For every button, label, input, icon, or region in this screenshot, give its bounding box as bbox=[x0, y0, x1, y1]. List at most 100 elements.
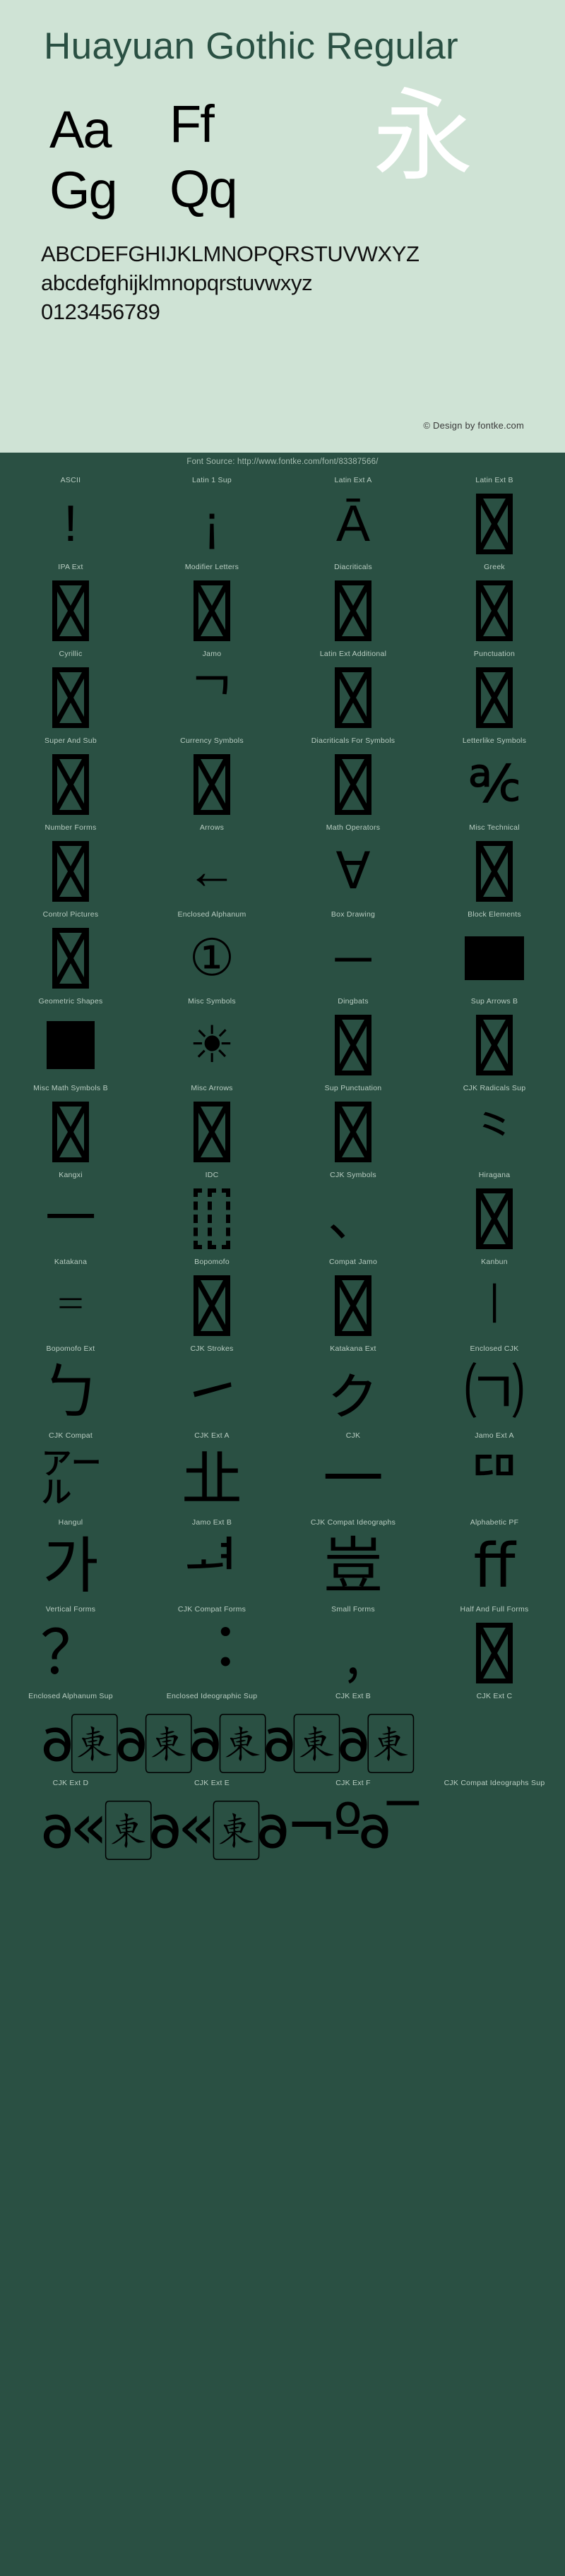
unicode-block-cell[interactable]: Diacriticals For Symbols bbox=[282, 732, 424, 818]
sample-glyph: 가 bbox=[42, 1532, 99, 1600]
missing-glyph-box-icon bbox=[476, 1014, 513, 1075]
unicode-block-glyph-slot bbox=[0, 576, 141, 645]
unicode-block-cell[interactable]: Small Forms ﹐ bbox=[282, 1600, 424, 1687]
unicode-block-cell[interactable]: CJK Symbols 、 bbox=[282, 1166, 424, 1253]
unicode-block-cell[interactable]: CJK 一 bbox=[282, 1426, 424, 1513]
unicode-block-cell[interactable]: CJK Compat ㌃ bbox=[0, 1426, 141, 1513]
unicode-block-cell[interactable]: IPA Ext bbox=[0, 558, 141, 645]
unicode-block-cell[interactable]: CJK Radicals Sup ⺀ bbox=[424, 1079, 565, 1166]
unicode-block-glyph-slot: ？ bbox=[0, 1618, 141, 1687]
unicode-block-cell[interactable]: Misc Math Symbols B bbox=[0, 1079, 141, 1166]
unicode-block-cell[interactable]: Jamo Ext B ힰ bbox=[141, 1513, 282, 1600]
unicode-block-label: Arrows bbox=[199, 823, 225, 832]
unicode-block-cell[interactable]: Bopomofo bbox=[141, 1253, 282, 1340]
unicode-block-cell[interactable]: CJK Strokes ㇀ bbox=[141, 1340, 282, 1426]
unicode-block-cell[interactable]: Misc Arrows bbox=[141, 1079, 282, 1166]
unicode-block-cell[interactable]: Box Drawing ─ bbox=[282, 905, 424, 992]
unicode-block-label: Misc Arrows bbox=[191, 1084, 233, 1092]
unicode-block-label: Punctuation bbox=[473, 650, 516, 658]
unicode-block-cell[interactable]: Vertical Forms ？ bbox=[0, 1600, 141, 1687]
missing-glyph-box-icon bbox=[52, 927, 89, 989]
unicode-block-glyph-slot: 㐀 bbox=[141, 1445, 282, 1513]
unicode-block-glyph-slot bbox=[141, 1097, 282, 1166]
unicode-block-glyph-slot bbox=[424, 837, 565, 905]
block-grid-row: ASCII! Latin 1 Sup ¡ Latin Ext A Ā Latin Ext … bbox=[0, 471, 565, 558]
unicode-block-cell[interactable]: Sup Arrows B bbox=[424, 992, 565, 1079]
unicode-block-label: Katakana Ext bbox=[330, 1344, 376, 1353]
unicode-block-cell[interactable]: Diacriticals bbox=[282, 558, 424, 645]
unicode-block-label: CJK Ext C bbox=[476, 1692, 513, 1700]
unicode-block-cell[interactable]: Dingbats bbox=[282, 992, 424, 1079]
unicode-block-cell[interactable]: Latin Ext A Ā bbox=[282, 471, 424, 558]
unicode-block-cell[interactable]: Latin Ext B bbox=[424, 471, 565, 558]
unicode-block-cell[interactable]: Letterlike Symbols ℀ bbox=[424, 732, 565, 818]
unicode-block-cell[interactable]: Geometric Shapes bbox=[0, 992, 141, 1079]
unicode-block-glyph-slot: ─ bbox=[282, 924, 424, 992]
missing-glyph-box-icon bbox=[476, 667, 513, 728]
unicode-block-cell[interactable]: Greek bbox=[424, 558, 565, 645]
unicode-block-label: Jamo Ext A bbox=[475, 1431, 514, 1440]
missing-glyph-box-icon bbox=[476, 1188, 513, 1249]
sample-glyph: 一 bbox=[323, 1445, 383, 1513]
unicode-block-glyph-slot: ㌃ bbox=[0, 1445, 141, 1513]
unicode-block-cell[interactable]: Punctuation bbox=[424, 645, 565, 732]
unicode-block-cell[interactable]: CJK Ext A 㐀 bbox=[141, 1426, 282, 1513]
sample-glyph: ？ bbox=[40, 1618, 101, 1687]
missing-glyph-box-icon bbox=[476, 840, 513, 902]
unicode-block-glyph-slot bbox=[424, 1184, 565, 1253]
lowercase-line: abcdefghijklmnopqrstuvwxyz bbox=[41, 270, 313, 295]
font-source-bar[interactable]: Font Source: http://www.fontke.com/font/… bbox=[0, 453, 565, 471]
unicode-block-cell[interactable]: CJK Compat Forms ︓ bbox=[141, 1600, 282, 1687]
unicode-block-glyph-slot: ꥠ bbox=[424, 1445, 565, 1513]
unicode-block-cell[interactable]: Control Pictures bbox=[0, 905, 141, 992]
unicode-block-label: Katakana bbox=[54, 1258, 88, 1266]
unicode-block-cell[interactable]: Modifier Letters bbox=[141, 558, 282, 645]
unicode-block-glyph-slot bbox=[282, 1097, 424, 1166]
unicode-block-cell[interactable]: Kangxi 一 bbox=[0, 1166, 141, 1253]
unicode-block-cell[interactable]: Jamo ᄀ bbox=[141, 645, 282, 732]
unicode-block-label: Box Drawing bbox=[331, 910, 376, 919]
missing-glyph-box-icon bbox=[335, 753, 371, 815]
unicode-block-cell[interactable]: CJK Compat Ideographs 豈 bbox=[282, 1513, 424, 1600]
unicode-block-cell[interactable]: Half And Full Forms bbox=[424, 1600, 565, 1687]
unicode-block-label: Sup Punctuation bbox=[324, 1084, 382, 1092]
unicode-block-cell[interactable]: Compat Jamo bbox=[282, 1253, 424, 1340]
missing-glyph-box-icon bbox=[52, 753, 89, 815]
unicode-block-cell[interactable]: Cyrillic bbox=[0, 645, 141, 732]
unicode-block-glyph-slot: ︓ bbox=[141, 1618, 282, 1687]
unicode-block-cell[interactable]: Arrows ← bbox=[141, 818, 282, 905]
unicode-block-cell[interactable]: ASCII! bbox=[0, 471, 141, 558]
unicode-block-cell[interactable]: Block Elements bbox=[424, 905, 565, 992]
unicode-block-label: Modifier Letters bbox=[184, 563, 239, 571]
unicode-block-cell[interactable]: Math Operators ∀ bbox=[282, 818, 424, 905]
unicode-block-glyph-slot: ㄅ bbox=[0, 1358, 141, 1426]
unicode-block-cell[interactable]: Bopomofo Ext ㄅ bbox=[0, 1340, 141, 1426]
missing-glyph-box-icon bbox=[335, 1101, 371, 1162]
unicode-block-cell[interactable]: Jamo Ext A ꥠ bbox=[424, 1426, 565, 1513]
unicode-block-glyph-slot bbox=[424, 1010, 565, 1079]
missing-glyph-box-icon bbox=[52, 840, 89, 902]
sample-glyph: ᄀ bbox=[188, 669, 236, 726]
unicode-block-cell[interactable]: Latin Ext Additional bbox=[282, 645, 424, 732]
unicode-block-cell[interactable]: Sup Punctuation bbox=[282, 1079, 424, 1166]
unicode-block-cell[interactable]: Super And Sub bbox=[0, 732, 141, 818]
unicode-block-cell[interactable]: Currency Symbols bbox=[141, 732, 282, 818]
unicode-block-glyph-slot: Ā bbox=[282, 489, 424, 558]
unicode-block-cell[interactable]: Latin 1 Sup ¡ bbox=[141, 471, 282, 558]
unicode-block-cell[interactable]: Hangul 가 bbox=[0, 1513, 141, 1600]
unicode-block-cell[interactable]: Number Forms bbox=[0, 818, 141, 905]
unicode-block-glyph-slot bbox=[0, 663, 141, 732]
unicode-block-cell[interactable]: Kanbun ㆐ bbox=[424, 1253, 565, 1340]
unicode-block-cell[interactable]: Katakana ゠ bbox=[0, 1253, 141, 1340]
unicode-block-glyph-slot: ᄀ bbox=[141, 663, 282, 732]
unicode-block-glyph-slot bbox=[141, 1184, 282, 1253]
unicode-block-label: Letterlike Symbols bbox=[462, 737, 527, 745]
unicode-block-cell[interactable]: IDC bbox=[141, 1166, 282, 1253]
unicode-block-cell[interactable]: Hiragana bbox=[424, 1166, 565, 1253]
unicode-block-cell[interactable]: Alphabetic PF ﬀ bbox=[424, 1513, 565, 1600]
unicode-block-cell[interactable]: Misc Technical bbox=[424, 818, 565, 905]
unicode-block-cell[interactable]: Enclosed CJK ㈀ bbox=[424, 1340, 565, 1426]
unicode-block-cell[interactable]: Misc Symbols ☀ bbox=[141, 992, 282, 1079]
unicode-block-cell[interactable]: Enclosed Alphanum ① bbox=[141, 905, 282, 992]
unicode-block-cell[interactable]: Katakana Ext ㇰ bbox=[282, 1340, 424, 1426]
